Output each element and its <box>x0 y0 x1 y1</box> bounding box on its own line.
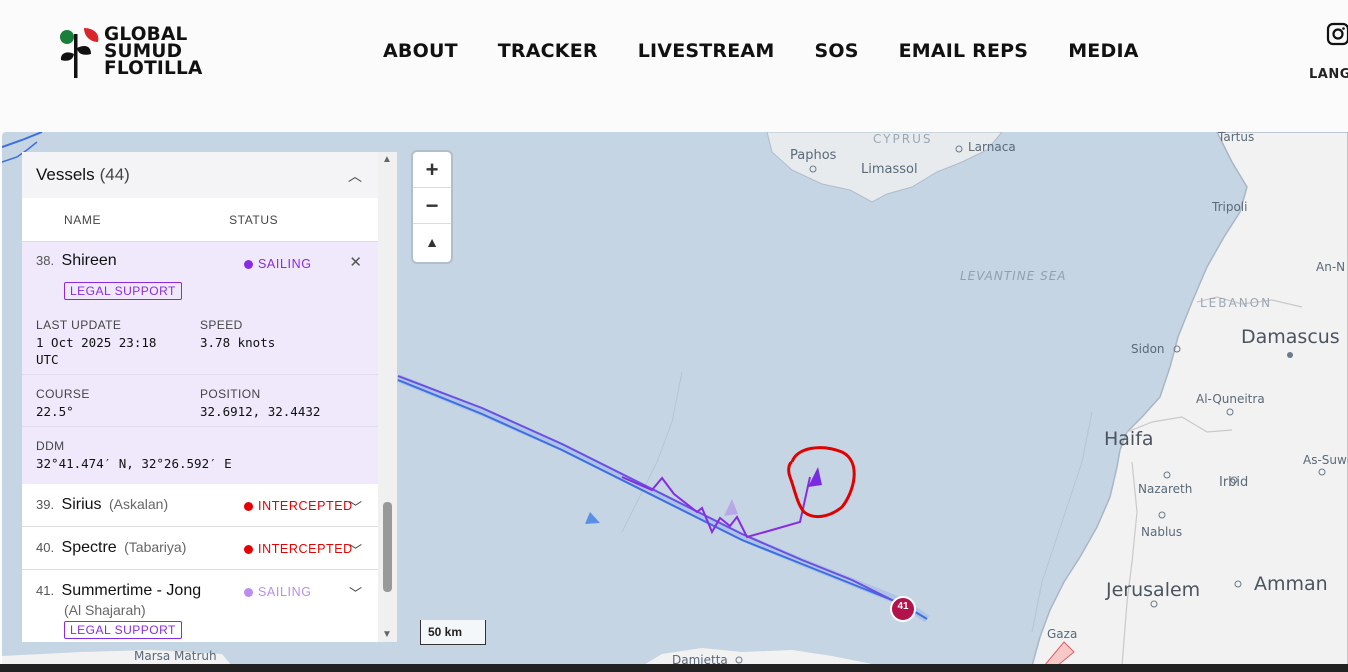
speed-value: 3.78 knots <box>200 335 276 350</box>
main-nav: ABOUT TRACKER LIVESTREAM SOS EMAIL REPS … <box>383 40 1179 62</box>
chevron-down-icon[interactable]: ﹀ <box>349 540 362 559</box>
legal-support-badge: LEGAL SUPPORT <box>64 621 182 639</box>
vessel-name: Shireen <box>61 252 117 269</box>
speed-label: SPEED <box>200 318 243 332</box>
close-icon[interactable]: ✕ <box>349 253 362 271</box>
place-label: Amman <box>1254 573 1328 595</box>
course-value: 22.5° <box>36 404 74 419</box>
scrollbar-thumb[interactable] <box>383 502 392 592</box>
place-label: Irbid <box>1219 475 1249 490</box>
vessel-arrow[interactable] <box>724 499 738 516</box>
bottom-bar <box>0 664 1348 672</box>
status-badge: SAILING <box>244 585 312 599</box>
nav-tracker[interactable]: TRACKER <box>498 40 598 62</box>
vessel-row[interactable]: 41. Summertime - Jong (Al Shajarah) LEGA… <box>22 570 378 642</box>
language-selector[interactable]: LANG <box>1309 67 1348 82</box>
status-dot-icon <box>244 587 253 597</box>
marker-label: 41 <box>897 601 909 612</box>
chevron-down-icon[interactable]: ﹀ <box>349 583 362 602</box>
place-label: Nazareth <box>1138 482 1193 496</box>
place-label: Sidon <box>1131 342 1165 356</box>
place-label: Haifa <box>1104 428 1154 450</box>
place-label: Tripoli <box>1212 200 1248 214</box>
position-label: POSITION <box>200 387 261 401</box>
column-headers: NAME STATUS <box>22 198 378 242</box>
vessel-number: 40. <box>36 540 55 555</box>
zoom-out-button[interactable]: − <box>413 188 451 224</box>
status-badge: INTERCEPTED <box>244 499 353 513</box>
panel-header[interactable]: Vessels (44) ︿ <box>22 152 378 198</box>
nav-about[interactable]: ABOUT <box>383 40 458 62</box>
legal-support-badge: LEGAL SUPPORT <box>64 282 182 300</box>
status-dot-icon <box>244 544 253 554</box>
status-badge: INTERCEPTED <box>244 542 353 556</box>
place-label: Marsa Matruh <box>134 649 217 663</box>
vessels-panel: Vessels (44) ︿ NAME STATUS 38. Shireen S… <box>22 152 378 642</box>
vessel-alias: (Askalan) <box>109 496 169 512</box>
last-update-label: LAST UPDATE <box>36 318 122 332</box>
place-label: Limassol <box>861 162 918 177</box>
last-update-value: 1 Oct 2025 23:18 UTC <box>36 335 157 367</box>
place-label: Gaza <box>1047 627 1078 641</box>
place-label: Damascus <box>1241 326 1340 348</box>
nav-media[interactable]: MEDIA <box>1068 40 1138 62</box>
col-status: STATUS <box>229 212 279 227</box>
scroll-down-icon[interactable]: ▼ <box>382 629 392 640</box>
ddm-value: 32°41.474′ N, 32°26.592′ E <box>36 456 232 471</box>
nav-email-reps[interactable]: EMAIL REPS <box>899 40 1029 62</box>
panel-title: Vessels <box>36 165 95 184</box>
vessel-row[interactable]: 39. Sirius (Askalan) INTERCEPTED ﹀ <box>22 484 378 527</box>
place-label: Larnaca <box>968 140 1016 154</box>
logo-text: GLOBAL SUMUD FLOTILLA <box>104 24 203 79</box>
site-header: GLOBAL SUMUD FLOTILLA ABOUT TRACKER LIVE… <box>0 0 1348 118</box>
place-label: LEVANTINE SEA <box>960 269 1067 283</box>
chevron-down-icon[interactable]: ﹀ <box>349 497 362 516</box>
place-label: Al-Quneitra <box>1196 392 1265 406</box>
panel-scrollbar[interactable]: ▲ ▼ <box>378 152 397 642</box>
vessel-name: Sirius <box>61 496 102 513</box>
place-label: Jerusalem <box>1106 579 1201 601</box>
ddm-label: DDM <box>36 439 65 453</box>
vessel-alias: (Tabariya) <box>124 539 187 555</box>
nav-sos[interactable]: SOS <box>814 40 858 62</box>
compass-button[interactable]: ▲ <box>413 224 451 260</box>
chevron-up-icon[interactable]: ︿ <box>348 166 362 186</box>
vessel-alias: (Al Shajarah) <box>64 602 146 618</box>
scroll-up-icon[interactable]: ▲ <box>382 154 392 165</box>
vessel-number: 41. <box>36 583 55 598</box>
zoom-in-button[interactable]: + <box>413 152 451 188</box>
course-label: COURSE <box>36 387 90 401</box>
vessel-count: (44) <box>99 165 130 184</box>
instagram-icon[interactable] <box>1326 22 1348 46</box>
scale-bar: 50 km <box>420 620 486 645</box>
place-label: Paphos <box>790 148 837 163</box>
vessel-arrow-selected[interactable] <box>808 467 822 487</box>
place-label: As-Suweid <box>1303 453 1348 467</box>
logo[interactable]: GLOBAL SUMUD FLOTILLA <box>58 24 233 82</box>
place-label: Tartus <box>1218 132 1255 144</box>
vessel-number: 38. <box>36 253 55 268</box>
vessel-name: Summertime - Jong <box>61 582 202 599</box>
logo-icon <box>60 28 99 78</box>
position-value: 32.6912, 32.4432 <box>200 404 321 419</box>
status-badge: SAILING <box>244 257 312 271</box>
vessel-number: 39. <box>36 497 55 512</box>
place-label: CYPRUS <box>873 132 933 146</box>
status-dot-icon <box>244 259 253 269</box>
selected-vessel[interactable]: 38. Shireen SAILING ✕ LEGAL SUPPORT LAST… <box>22 242 378 484</box>
status-dot-icon <box>244 501 253 511</box>
place-label: Nablus <box>1141 525 1183 539</box>
vessel-name: Spectre <box>61 539 117 556</box>
zoom-control: + − ▲ <box>413 152 451 262</box>
vessel-row[interactable]: 40. Spectre (Tabariya) INTERCEPTED ﹀ <box>22 527 378 570</box>
nav-livestream[interactable]: LIVESTREAM <box>638 40 775 62</box>
col-name: NAME <box>64 212 102 227</box>
place-label: LEBANON <box>1200 296 1273 310</box>
place-label: An-N <box>1316 260 1346 274</box>
vessel-arrow[interactable] <box>585 512 600 524</box>
